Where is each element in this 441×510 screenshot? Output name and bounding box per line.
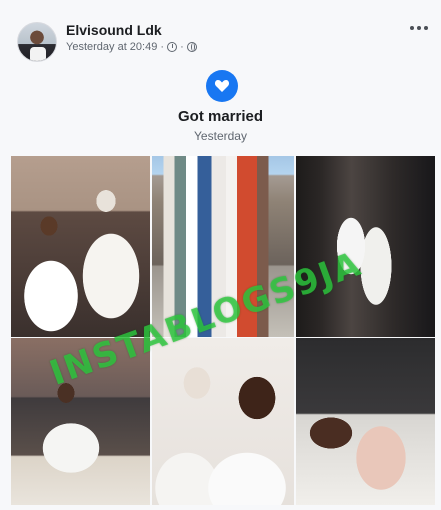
photo-signing-register[interactable] — [11, 338, 150, 505]
photo-couple-selfie[interactable] — [152, 338, 294, 505]
globe-icon[interactable] — [186, 42, 197, 52]
photo-couple-dancing[interactable] — [296, 156, 435, 337]
post-header: Elvisound Ldk Yesterday at 20:49 · · — [0, 0, 441, 64]
author-name[interactable]: Elvisound Ldk — [66, 22, 162, 38]
post-timestamp[interactable]: Yesterday at 20:49 · — [66, 41, 164, 53]
photo-group[interactable] — [152, 156, 294, 337]
event-title: Got married — [177, 108, 264, 125]
avatar[interactable] — [17, 22, 57, 62]
life-event: Got married Yesterday — [0, 64, 441, 156]
post-meta: Yesterday at 20:49 · · — [66, 41, 197, 53]
event-date: Yesterday — [194, 129, 247, 143]
clock-icon — [167, 42, 178, 52]
photo-couple-on-sofa[interactable] — [11, 156, 150, 337]
photo-hands-with-rings[interactable] — [296, 338, 435, 505]
more-options-icon[interactable] — [410, 25, 428, 31]
heart-hands-icon — [206, 70, 238, 102]
post-card: Elvisound Ldk Yesterday at 20:49 · · Got… — [0, 0, 441, 510]
